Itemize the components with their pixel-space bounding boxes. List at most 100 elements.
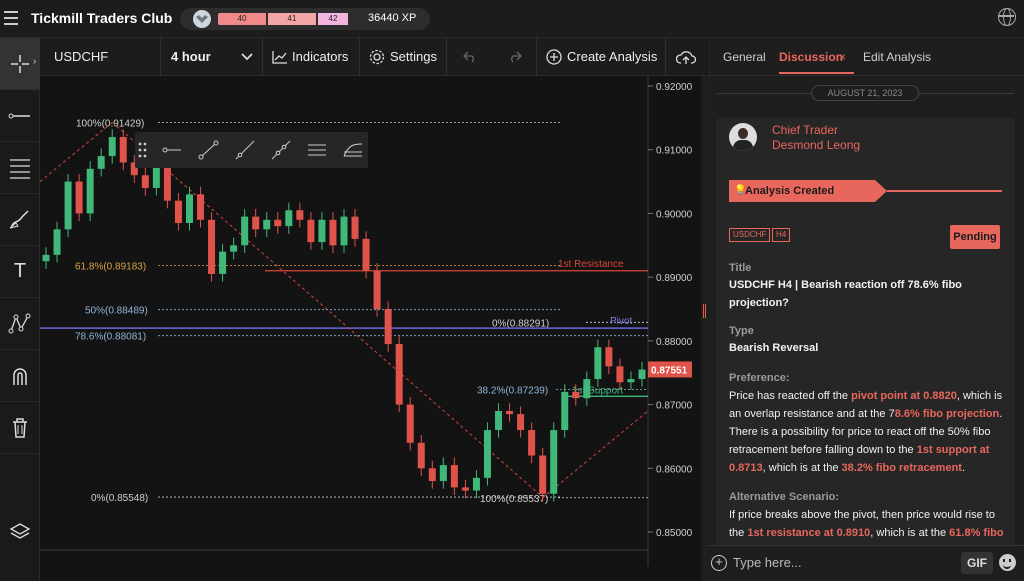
date-divider [717,93,811,94]
preference-label: Preference: [729,372,790,384]
candle-body [583,379,591,399]
magnet-tool[interactable] [0,350,40,402]
hamburger-menu-icon[interactable] [4,11,18,25]
avatar[interactable] [729,123,757,151]
drag-handle-icon[interactable] [137,141,149,159]
candle-body [472,477,480,491]
candle-body [439,465,447,482]
timeframe-selector[interactable]: 4 hour [171,38,211,76]
xp-counter: 36440 XP [368,12,417,24]
author-role[interactable]: Chief Trader [772,123,838,137]
candle-body [384,309,392,345]
candle-body [561,391,569,431]
resize-grip [705,304,706,318]
indicators-button[interactable]: Indicators [292,38,348,76]
price-tick-label: 0.87000 [656,401,693,412]
candle-body [528,430,536,456]
segment-icon[interactable] [191,132,227,168]
line-icon[interactable] [227,132,263,168]
tab-general[interactable]: General [723,50,766,64]
preference-text: Price has reacted off the pivot point at… [729,387,1005,477]
drawing-toolbar [135,132,368,168]
crosshair-tool[interactable]: › [0,38,40,90]
pattern-tool[interactable] [0,298,40,350]
candle-body [550,430,558,494]
toolbar-divider [160,38,161,76]
indicators-icon[interactable] [272,50,288,64]
chevron-right-icon: › [33,56,37,67]
layers-tool[interactable] [0,506,40,558]
extended-line-icon[interactable] [263,132,299,168]
create-analysis-button[interactable]: Create Analysis [567,38,657,76]
fib-level-label: 38.2%(0.87239) [477,385,548,396]
toolbar-divider [359,38,360,76]
drawing-tools-sidebar: › T [0,38,40,581]
candle-body [42,254,50,262]
emoji-icon[interactable] [999,554,1016,571]
candle-body [108,136,116,157]
toolbar-divider [536,38,537,76]
status-badge[interactable]: Pending [950,225,1000,249]
redo-icon[interactable] [508,51,522,63]
price-tick-label: 0.91000 [656,146,693,157]
globe-icon[interactable] [998,8,1016,26]
delete-tool[interactable] [0,402,40,454]
tab-edit-analysis[interactable]: Edit Analysis [863,50,931,64]
horizontal-ray-icon[interactable] [155,132,191,168]
candle-body [219,251,227,274]
candle-body [539,455,547,494]
candle-body [495,410,503,431]
candle-body [230,245,238,252]
candle-body [572,391,580,399]
candle-body [185,194,193,223]
analysis-created-banner: 💡 Analysis Created [729,180,875,202]
analysis-panel: General Discussion × Edit Analysis AUGUS… [707,38,1024,581]
chevron-down-icon[interactable] [241,53,253,61]
candle-body [53,229,61,255]
fibonacci-tool[interactable] [0,142,40,194]
fib-level-label: 78.6%(0.88081) [75,332,146,343]
candle-body [406,404,414,443]
tab-discussion[interactable]: Discussion [779,50,843,64]
symbol-selector[interactable]: USDCHF [54,38,108,76]
candle-body [141,175,149,188]
settings-button[interactable]: Settings [390,38,437,76]
lightbulb-icon: 💡 [734,185,747,196]
fib-channel-icon[interactable] [335,132,371,168]
attach-plus-icon[interactable]: + [711,555,727,571]
brush-tool[interactable] [0,194,40,246]
horizontal-line-tool[interactable] [0,90,40,142]
banner-arrow [875,180,887,202]
gear-icon[interactable] [369,49,385,65]
app-title: Tickmill Traders Club [31,10,173,26]
pivot-label: Pivot [610,316,632,327]
undo-icon[interactable] [463,51,477,63]
tab-close-icon[interactable]: × [839,50,846,64]
candle-body [307,219,315,243]
author-name[interactable]: Desmond Leong [772,138,860,152]
toolbar-divider [446,38,447,76]
candle-body [285,210,293,227]
candle-body [86,168,94,214]
cloud-upload-icon[interactable] [676,49,696,65]
level-target: 42 [318,13,348,25]
parallel-channel-icon[interactable] [299,132,335,168]
plus-circle-icon[interactable] [546,49,562,65]
price-chart[interactable]: 0.92000 0.91000 0.90000 0.89000 0.88000 0.870… [39,76,706,566]
highlighted-text: 61.8% fibo [949,527,1004,539]
date-separator: AUGUST 21, 2023 [811,85,919,101]
highlighted-text: 38.2% fibo retracement [841,462,962,474]
message-input[interactable]: Type here... [733,555,802,570]
candle-body [97,156,105,169]
banner-line [887,190,1002,192]
gif-button[interactable]: GIF [961,552,993,574]
candle-body [75,181,83,214]
type-value: Bearish Reversal [729,342,819,354]
top-bar: Tickmill Traders Club 40 41 42 36440 XP [0,0,1024,38]
layers-icon [9,523,31,539]
candle-body [274,219,282,227]
text-segment: . [961,462,966,474]
text-tool[interactable]: T [0,246,40,298]
candle-body [395,344,403,405]
magnet-icon [13,367,27,385]
